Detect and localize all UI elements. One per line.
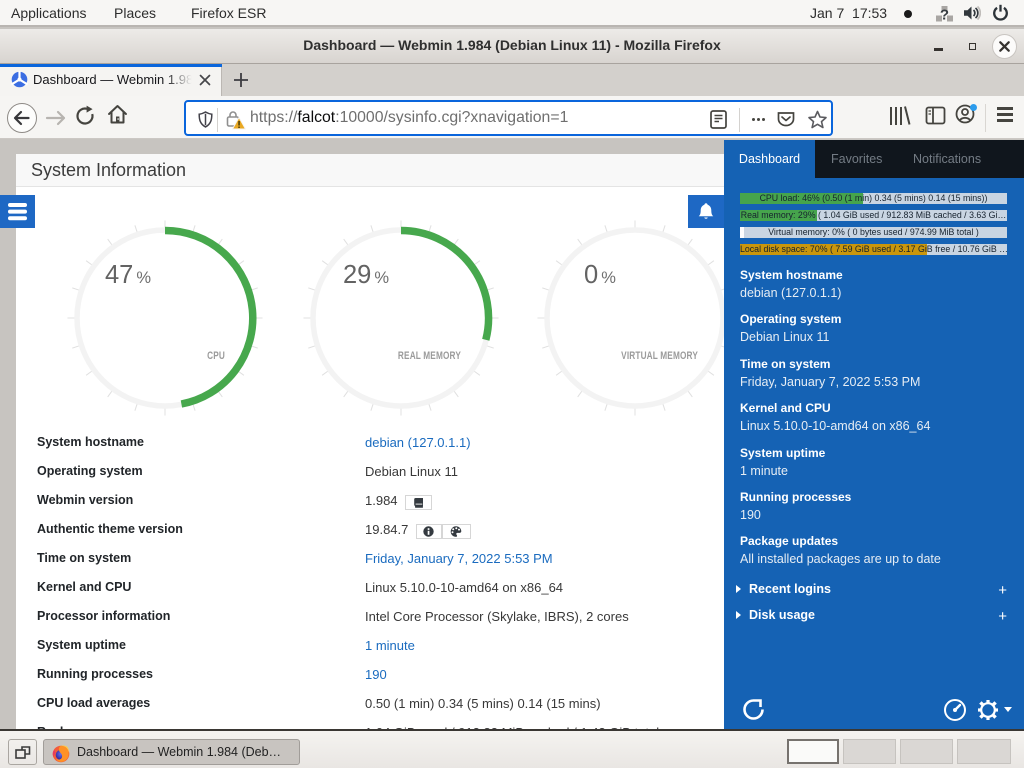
svg-text:?: ?	[940, 7, 949, 24]
